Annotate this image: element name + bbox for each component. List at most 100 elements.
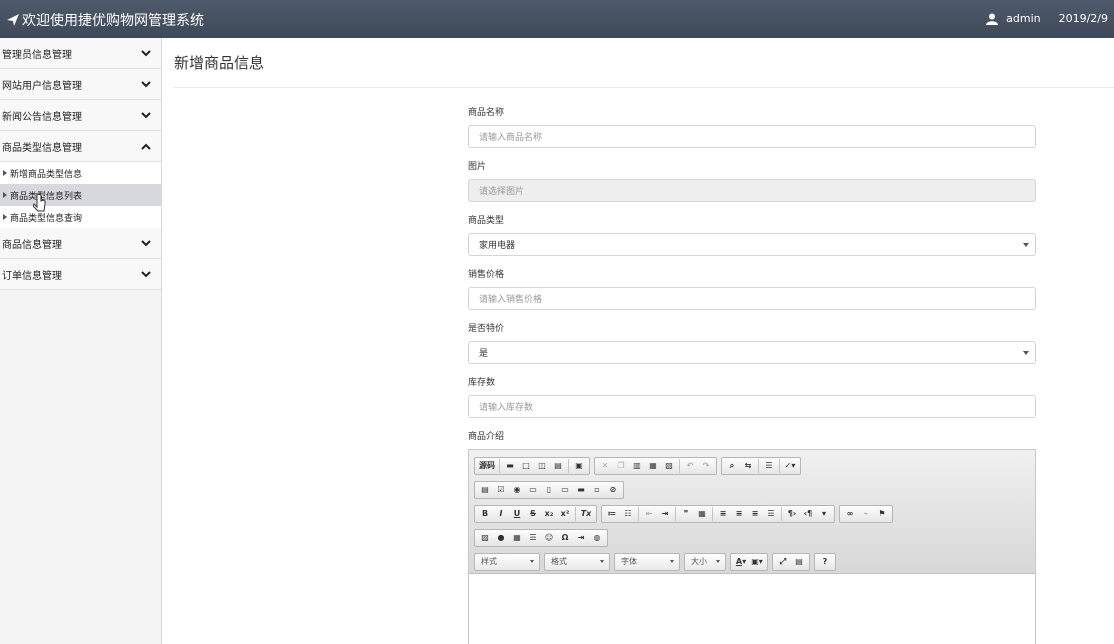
price-placeholder: 请输入销售价格 [479, 295, 543, 305]
show-blocks-icon[interactable]: ▤ [791, 555, 807, 569]
bulleted-list-icon[interactable]: ☷ [620, 507, 636, 521]
stock-input[interactable]: 请输入库存数 [468, 395, 1036, 418]
rtl-icon[interactable]: ‹¶ [800, 507, 816, 521]
superscript-icon[interactable]: x² [557, 507, 573, 521]
link-icon[interactable]: ∞ [842, 507, 858, 521]
replace-icon[interactable]: ⇆ [740, 459, 756, 473]
image-input[interactable]: 请选择图片 [468, 179, 1036, 202]
submenu-type-query[interactable]: 商品类型信息查询 [0, 206, 161, 228]
submenu-add-type[interactable]: 新增商品类型信息 [0, 162, 161, 184]
type-select[interactable]: 家用电器 [468, 233, 1036, 256]
bold-icon[interactable]: B [477, 507, 493, 521]
menu-products[interactable]: 商品信息管理 [0, 228, 161, 259]
find-icon[interactable]: ⌕ [724, 459, 740, 473]
select-all-icon[interactable]: ☰ [761, 459, 777, 473]
source-button[interactable]: 源码 [477, 459, 497, 473]
menu-label: 网站用户信息管理 [2, 80, 82, 92]
iframe-globe-icon[interactable]: ◍ [589, 531, 605, 545]
copy-icon[interactable]: ❐ [613, 459, 629, 473]
chevron-down-icon [141, 80, 151, 87]
cut-icon[interactable]: ✕ [597, 459, 613, 473]
image-icon[interactable]: ▨ [477, 531, 493, 545]
toolbar-separator [638, 506, 639, 521]
align-center-icon[interactable]: ≡ [731, 507, 747, 521]
styles-label: 样式 [481, 557, 497, 566]
paste-icon[interactable]: ▥ [629, 459, 645, 473]
title-divider [173, 87, 1114, 88]
undo-icon[interactable]: ↶ [682, 459, 698, 473]
help-icon[interactable]: ? [817, 555, 833, 569]
unlink-icon[interactable]: ⌁ [858, 507, 874, 521]
menu-site-users[interactable]: 网站用户信息管理 [0, 69, 161, 100]
italic-icon[interactable]: I [493, 507, 509, 521]
menu-orders[interactable]: 订单信息管理 [0, 259, 161, 290]
remove-format-icon[interactable]: Tx [578, 507, 594, 521]
new-page-icon[interactable]: □ [518, 459, 534, 473]
subscript-icon[interactable]: x₂ [541, 507, 557, 521]
outdent-icon[interactable]: ⇤ [641, 507, 657, 521]
send-arrow-icon [7, 14, 19, 26]
format-dropdown[interactable]: 格式 [544, 552, 610, 571]
form-icon[interactable]: ▤ [477, 483, 493, 497]
app-brand[interactable]: 欢迎使用捷优购物网管理系统 [6, 10, 204, 30]
size-dropdown[interactable]: 大小 [684, 552, 726, 571]
text-color-icon[interactable]: A ▾ [733, 555, 749, 569]
paste-word-icon[interactable]: ▧ [661, 459, 677, 473]
numbered-list-icon[interactable]: ≔ [604, 507, 620, 521]
checkbox-icon[interactable]: ☑ [493, 483, 509, 497]
image-button-icon[interactable]: ▫ [589, 483, 605, 497]
smiley-icon[interactable]: ☺ [541, 531, 557, 545]
bg-color-icon[interactable]: ▣▾ [749, 555, 765, 569]
stock-label: 库存数 [468, 378, 496, 388]
font-dropdown[interactable]: 字体 [614, 552, 680, 571]
mouse-cursor-icon [33, 193, 46, 212]
preview-icon[interactable]: ◫ [534, 459, 550, 473]
ltr-icon[interactable]: ¶› [784, 507, 800, 521]
toolbar-group: ▤ ☑ ◉ ▭ ▯ ▭ ▬ ▫ ⊘ [474, 480, 624, 499]
align-left-icon[interactable]: ≡ [715, 507, 731, 521]
indent-icon[interactable]: ⇥ [657, 507, 673, 521]
special-select[interactable]: 是 [468, 341, 1036, 364]
templates-icon[interactable]: ▣ [571, 459, 587, 473]
anchor-flag-icon[interactable]: ⚑ [874, 507, 890, 521]
submenu-type-list[interactable]: 商品类型信息列表 [0, 184, 161, 206]
save-icon[interactable]: ▬ [502, 459, 518, 473]
button-field-icon[interactable]: ▬ [573, 483, 589, 497]
redo-icon[interactable]: ↷ [698, 459, 714, 473]
menu-product-type[interactable]: 商品类型信息管理 [0, 131, 161, 162]
radio-icon[interactable]: ◉ [509, 483, 525, 497]
underline-icon[interactable]: U [509, 507, 525, 521]
toolbar-row: B I U S x₂ x² Tx ≔ ☷ ⇤ ⇥ ❞ ▦ ≡ ≡ ≡ ☰ ¶› … [474, 502, 1030, 525]
align-justify-icon[interactable]: ☰ [763, 507, 779, 521]
editor-content-area[interactable] [469, 574, 1035, 644]
language-icon[interactable]: ▾ [816, 507, 832, 521]
maximize-icon[interactable]: ⤢ [775, 555, 791, 569]
menu-admin[interactable]: 管理员信息管理 [0, 38, 161, 69]
main-content: 新增商品信息 商品名称 请输入商品名称 图片 请选择图片 商品类型 家用电器 销… [163, 38, 1114, 644]
flash-icon[interactable]: ● [493, 531, 509, 545]
dropdown-caret-icon [600, 560, 604, 563]
styles-dropdown[interactable]: 样式 [474, 552, 540, 571]
select-field-icon[interactable]: ▭ [557, 483, 573, 497]
textfield-icon[interactable]: ▭ [525, 483, 541, 497]
name-input[interactable]: 请输入商品名称 [468, 125, 1036, 148]
blockquote-icon[interactable]: ❞ [678, 507, 694, 521]
type-value: 家用电器 [479, 241, 516, 251]
strike-icon[interactable]: S [525, 507, 541, 521]
product-form: 商品名称 请输入商品名称 图片 请选择图片 商品类型 家用电器 销售价格 请输入… [468, 102, 1036, 644]
page-break-icon[interactable]: ⇥ [573, 531, 589, 545]
special-char-icon[interactable]: Ω [557, 531, 573, 545]
horizontal-rule-icon[interactable]: ☰ [525, 531, 541, 545]
textarea-icon[interactable]: ▯ [541, 483, 557, 497]
print-icon[interactable]: ▤ [550, 459, 566, 473]
username[interactable]: admin [1006, 12, 1040, 25]
toolbar-group: A ▾ ▣▾ [730, 552, 768, 571]
table-icon[interactable]: ▦ [509, 531, 525, 545]
spellcheck-icon[interactable]: ✓▾ [782, 459, 798, 473]
paste-text-icon[interactable]: ▦ [645, 459, 661, 473]
align-right-icon[interactable]: ≡ [747, 507, 763, 521]
hidden-field-icon[interactable]: ⊘ [605, 483, 621, 497]
menu-news[interactable]: 新闻公告信息管理 [0, 100, 161, 131]
price-input[interactable]: 请输入销售价格 [468, 287, 1036, 310]
div-container-icon[interactable]: ▦ [694, 507, 710, 521]
